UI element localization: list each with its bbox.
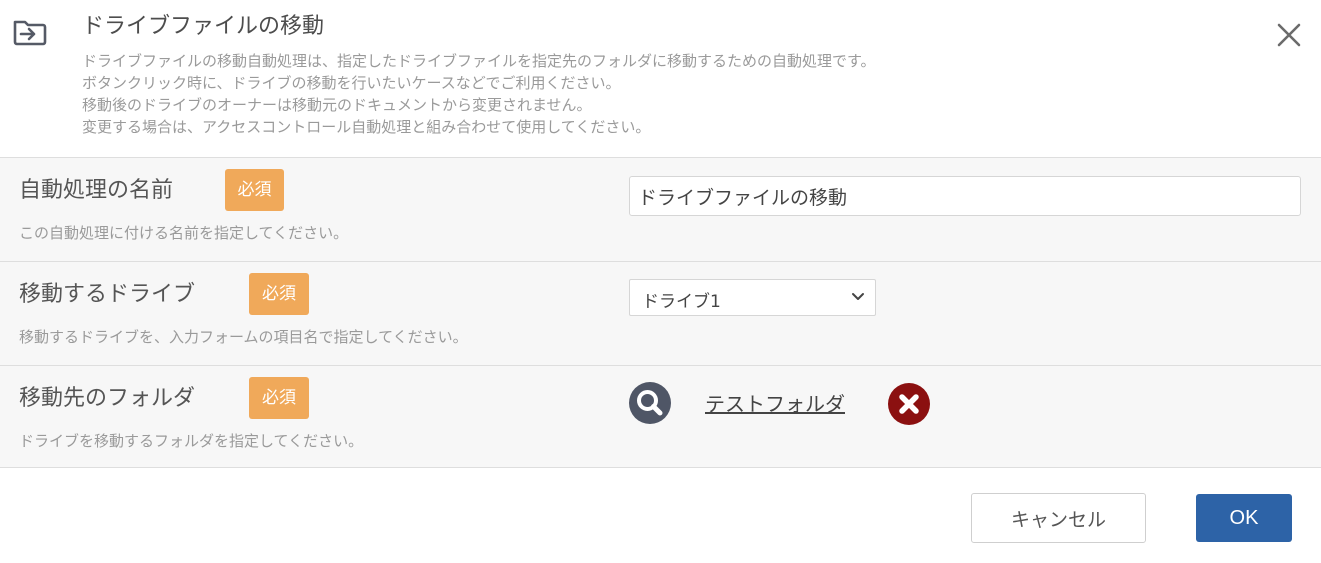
required-badge: 必須 [249, 377, 309, 419]
required-badge: 必須 [225, 169, 284, 211]
close-button[interactable] [1272, 18, 1306, 52]
dialog-description: ドライブファイルの移動自動処理は、指定したドライブファイルを指定先のフォルダに移… [82, 50, 876, 138]
description-line: 移動後のドライブのオーナーは移動元のドキュメントから変更されません。 [82, 96, 592, 114]
drive-select-value: ドライブ1 [642, 292, 721, 312]
field-help-name: この自動処理に付ける名前を指定してください。 [19, 224, 349, 242]
field-row-drive: 移動するドライブ 必須 移動するドライブを、入力フォームの項目名で指定してくださ… [0, 261, 1321, 365]
field-label-name: 自動処理の名前 [19, 178, 174, 203]
cancel-button[interactable]: キャンセル [971, 493, 1146, 543]
folder-search-button[interactable] [628, 381, 672, 425]
name-input[interactable] [629, 176, 1301, 216]
description-line: ドライブファイルの移動自動処理は、指定したドライブファイルを指定先のフォルダに移… [82, 52, 876, 70]
field-help-drive: 移動するドライブを、入力フォームの項目名で指定してください。 [19, 328, 468, 346]
move-drive-file-dialog: ドライブファイルの移動 ドライブファイルの移動自動処理は、指定したドライブファイ… [0, 0, 1321, 563]
field-help-folder: ドライブを移動するフォルダを指定してください。 [19, 432, 364, 450]
ok-button[interactable]: OK [1196, 494, 1292, 542]
dialog-title: ドライブファイルの移動 [82, 14, 325, 39]
selected-folder-link[interactable]: テストフォルダ [705, 388, 845, 417]
chevron-down-icon [852, 293, 864, 300]
field-label-folder: 移動先のフォルダ [19, 386, 196, 411]
close-icon [1277, 23, 1301, 47]
search-icon [629, 382, 671, 424]
field-label-drive: 移動するドライブ [19, 282, 196, 307]
folder-move-icon [13, 20, 47, 46]
field-row-name: 自動処理の名前 必須 この自動処理に付ける名前を指定してください。 [0, 157, 1321, 261]
drive-select[interactable]: ドライブ1 [629, 279, 876, 316]
description-line: ボタンクリック時に、ドライブの移動を行いたいケースなどでご利用ください。 [82, 74, 621, 92]
required-badge: 必須 [249, 273, 309, 315]
description-line: 変更する場合は、アクセスコントロール自動処理と組み合わせて使用してください。 [82, 118, 651, 136]
remove-folder-button[interactable] [887, 382, 931, 426]
field-row-folder: 移動先のフォルダ 必須 ドライブを移動するフォルダを指定してください。 テストフ… [0, 365, 1321, 468]
dialog-header: ドライブファイルの移動 ドライブファイルの移動自動処理は、指定したドライブファイ… [0, 0, 1321, 157]
remove-icon [888, 383, 930, 425]
